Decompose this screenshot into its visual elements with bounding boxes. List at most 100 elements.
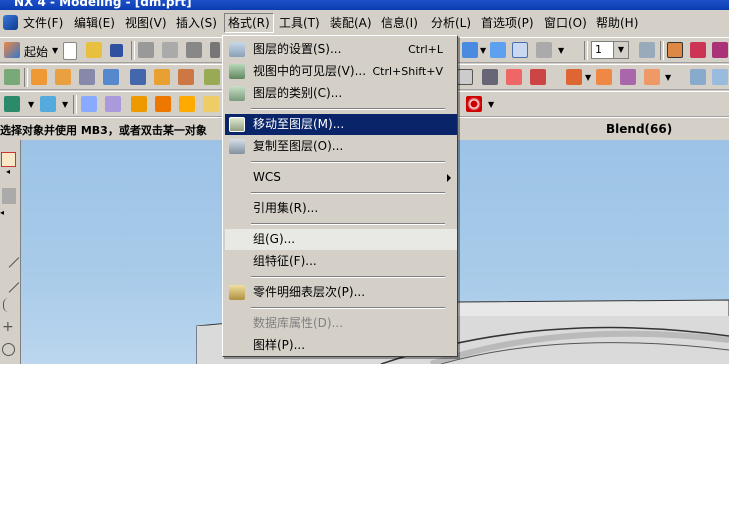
work-layer-select[interactable]: 1 ▼ — [591, 41, 629, 59]
hole-icon[interactable] — [154, 69, 170, 85]
menu-item-label: 引用集(R)... — [253, 201, 319, 215]
wireframe-cube-icon[interactable] — [512, 42, 528, 58]
menu-help[interactable]: 帮助(H) — [593, 14, 641, 32]
menu-format[interactable]: 格式(R) — [224, 13, 274, 33]
new-file-icon[interactable] — [63, 42, 77, 60]
undo-icon[interactable] — [210, 42, 220, 58]
pocket-icon[interactable] — [204, 69, 220, 85]
menu-item-label: 复制至图层(O)... — [253, 139, 344, 153]
menu-item-patterns[interactable]: 图样(P)... — [225, 335, 457, 356]
invert-display-icon[interactable] — [105, 96, 121, 112]
collapse-arrow-icon[interactable]: ◂ — [0, 208, 4, 217]
menu-item-move-to-layer[interactable]: 移动至图层(M)... — [225, 114, 457, 135]
prompt-text: 选择对象并使用 MB3，或者双击某一对象 — [0, 124, 207, 137]
chevron-down-icon[interactable]: ▼ — [52, 46, 58, 55]
chevron-down-icon[interactable]: ▼ — [480, 46, 486, 55]
menu-view[interactable]: 视图(V) — [122, 14, 170, 32]
menu-insert[interactable]: 插入(S) — [173, 14, 220, 32]
menu-information[interactable]: 信息(I) — [378, 14, 421, 32]
circle-icon[interactable] — [2, 343, 15, 356]
menu-item-visible-layers[interactable]: 视图中的可见层(V)... Ctrl+Shift+V — [225, 61, 457, 82]
toolbar-separator — [73, 95, 77, 114]
blend-icon[interactable] — [506, 69, 522, 85]
app-icon[interactable] — [3, 15, 18, 30]
application-icon[interactable] — [4, 69, 20, 85]
menu-item-layer-settings[interactable]: 图层的设置(S)... Ctrl+L — [225, 39, 457, 60]
shell-icon[interactable] — [482, 69, 498, 85]
window-title: NX 4 - Modeling - [dm.prt] — [14, 0, 192, 9]
parts-list-levels-icon — [229, 285, 245, 300]
open-folder-icon[interactable] — [86, 42, 102, 58]
draft-icon[interactable] — [644, 69, 660, 85]
edit-object-display-icon[interactable] — [40, 96, 56, 112]
chevron-down-icon[interactable]: ▼ — [558, 46, 564, 55]
chevron-down-icon[interactable]: ▼ — [488, 100, 494, 109]
menu-item-copy-to-layer[interactable]: 复制至图层(O)... — [225, 136, 457, 157]
layer-settings-icon[interactable] — [639, 42, 655, 58]
chamfer-icon[interactable] — [530, 69, 546, 85]
chevron-down-icon[interactable]: ▼ — [585, 73, 591, 82]
toolbar-separator — [24, 68, 28, 87]
boss-icon[interactable] — [178, 69, 194, 85]
point-icon[interactable]: + — [2, 320, 16, 334]
snap-icon[interactable] — [1, 152, 16, 167]
menu-edit[interactable]: 编辑(E) — [71, 14, 118, 32]
sew-icon[interactable] — [712, 69, 728, 85]
copy-icon[interactable] — [162, 42, 178, 58]
collapse-arrow-icon[interactable]: ◂ — [6, 167, 10, 176]
more-icon[interactable] — [568, 42, 584, 58]
save-icon[interactable] — [110, 44, 123, 57]
render-style-icon[interactable] — [536, 42, 552, 58]
toolbar-separator — [131, 41, 135, 60]
mirror-icon[interactable] — [596, 69, 612, 85]
spline-icon[interactable] — [3, 298, 14, 312]
section-icon[interactable] — [203, 96, 219, 112]
menu-item-wcs[interactable]: WCS — [225, 167, 457, 188]
target-icon[interactable] — [466, 96, 482, 112]
menu-item-layer-category[interactable]: 图层的类别(C)... — [225, 83, 457, 104]
line-icon[interactable] — [0, 247, 20, 268]
menu-analysis[interactable]: 分析(L) — [428, 14, 474, 32]
cube-icon[interactable] — [490, 42, 506, 58]
menu-bar: 文件(F) 编辑(E) 视图(V) 插入(S) 格式(R) 工具(T) 装配(A… — [0, 11, 729, 35]
menu-preferences[interactable]: 首选项(P) — [478, 14, 537, 32]
chevron-down-icon[interactable]: ▼ — [28, 100, 34, 109]
snap-point-icon[interactable] — [690, 42, 706, 58]
start-icon[interactable] — [4, 42, 20, 58]
menu-assemblies[interactable]: 装配(A) — [327, 14, 375, 32]
menu-item-group-feature[interactable]: 组特征(F)... — [225, 251, 457, 272]
paste-icon[interactable] — [186, 42, 202, 58]
arc-icon[interactable] — [0, 272, 20, 293]
select-filter-icon[interactable] — [667, 42, 683, 58]
menu-window[interactable]: 窗口(O) — [541, 14, 590, 32]
menu-file[interactable]: 文件(F) — [20, 14, 66, 32]
measure-angle-icon[interactable] — [155, 96, 171, 112]
chevron-down-icon[interactable]: ▼ — [62, 100, 68, 109]
rectangle-icon[interactable] — [457, 69, 473, 85]
revolve-icon[interactable] — [55, 69, 71, 85]
trim-body-icon[interactable] — [566, 69, 582, 85]
menu-tools[interactable]: 工具(T) — [276, 14, 323, 32]
cylinder-icon[interactable] — [130, 69, 146, 85]
measure-body-icon[interactable] — [179, 96, 195, 112]
menu-separator — [251, 161, 445, 163]
sweep-icon[interactable] — [79, 69, 95, 85]
extrude-icon[interactable] — [31, 69, 47, 85]
menu-item-group[interactable]: 组(G)... — [225, 229, 457, 250]
menu-item-parts-list-levels[interactable]: 零件明细表层次(P)... — [225, 282, 457, 303]
surface-icon[interactable] — [690, 69, 706, 85]
start-button[interactable]: 起始 — [24, 43, 48, 60]
color-palette-icon[interactable] — [4, 96, 20, 112]
show-hide-icon[interactable] — [81, 96, 97, 112]
shaded-view-icon[interactable] — [462, 42, 478, 58]
work-layer-value: 1 — [595, 43, 602, 56]
menu-item-reference-sets[interactable]: 引用集(R)... — [225, 198, 457, 219]
block-icon[interactable] — [103, 69, 119, 85]
axis-icon[interactable] — [712, 42, 728, 58]
pattern-icon[interactable] — [620, 69, 636, 85]
cut-icon[interactable] — [138, 42, 154, 58]
chevron-down-icon[interactable]: ▼ — [665, 73, 671, 82]
feature-tree-icon[interactable] — [2, 188, 16, 204]
measure-distance-icon[interactable] — [131, 96, 147, 112]
chevron-down-icon[interactable]: ▼ — [613, 42, 628, 58]
